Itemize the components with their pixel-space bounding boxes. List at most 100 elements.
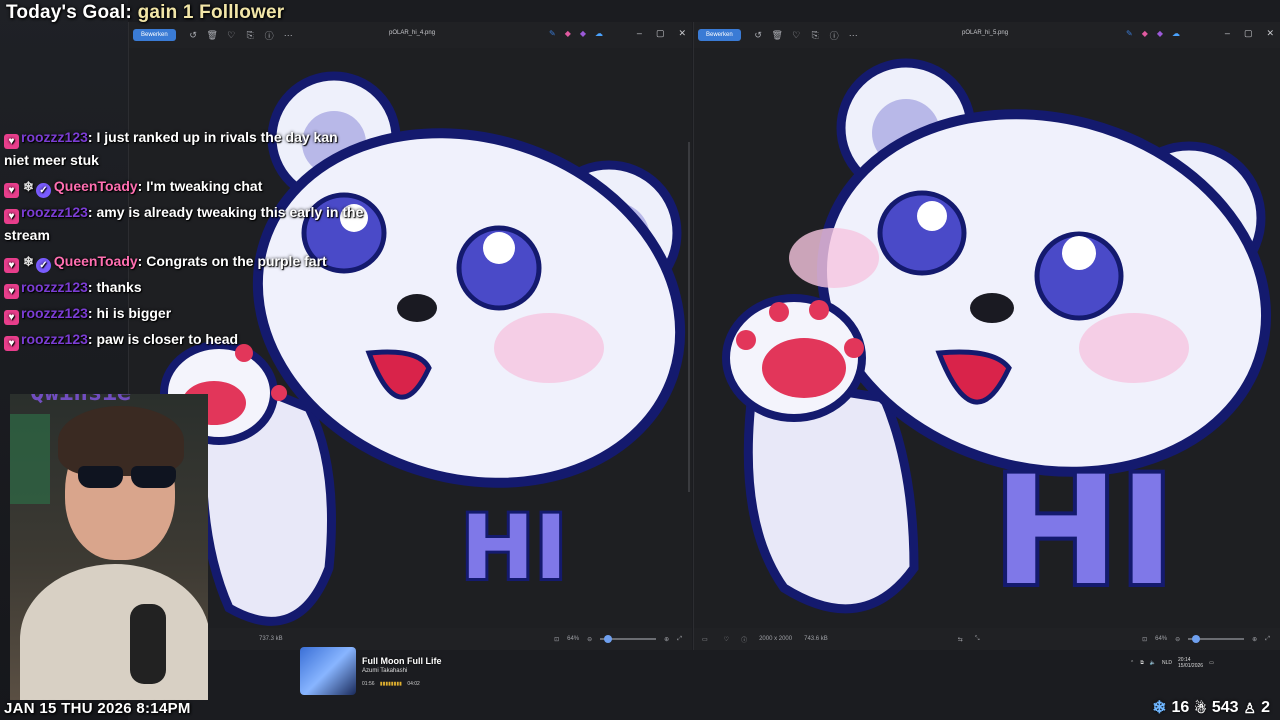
stream-screen: Bewerken ↺ 🗑 ♡ ⎘ ⓘ ⋯ pOLAR_hi_4.png ✎ ◆ … bbox=[0, 0, 1280, 720]
maximize-icon[interactable]: ▢ bbox=[656, 28, 665, 39]
track-info: Full Moon Full Life Azumi Takahashi 01:5… bbox=[362, 656, 441, 687]
tray-clock[interactable]: 20:14 15/01/2026 bbox=[1178, 657, 1203, 669]
file-size: 737.3 kB bbox=[259, 636, 283, 642]
chat-message: ♥ roozzz123: hi is bigger bbox=[4, 302, 364, 325]
subscriber-badge-icon: ♥ bbox=[4, 183, 19, 198]
chat-text: hi is bigger bbox=[96, 305, 172, 321]
zoom-slider[interactable] bbox=[1188, 635, 1245, 643]
chat-username: roozzz123 bbox=[21, 204, 88, 220]
zoom-out-icon[interactable]: ⊖ bbox=[1175, 636, 1180, 643]
paw-toe bbox=[769, 302, 789, 322]
chat-username: roozzz123 bbox=[21, 129, 88, 145]
app-icon-2[interactable]: ◆ bbox=[1142, 29, 1148, 38]
delete-icon[interactable]: 🗑 bbox=[768, 30, 787, 41]
app-icon-4[interactable]: ☁ bbox=[1172, 29, 1180, 38]
minimize-icon[interactable]: – bbox=[1225, 28, 1230, 39]
app-icon-4[interactable]: ☁ bbox=[595, 29, 603, 38]
song-elapsed: 01:56 bbox=[362, 680, 375, 687]
minimize-icon[interactable]: – bbox=[637, 28, 642, 39]
neon-sign: Qwinsie bbox=[30, 394, 131, 406]
more-icon[interactable]: ⋯ bbox=[279, 30, 298, 41]
goal-prefix: Today's Goal: bbox=[6, 2, 133, 23]
eye-highlight-left bbox=[917, 201, 947, 231]
fullscreen-icon[interactable]: ⤢ bbox=[1265, 636, 1270, 643]
snowflake-icon: ❄ bbox=[1152, 698, 1167, 717]
chat-message: ♥ ❄ ✓ QueenToady: Congrats on the purple fa… bbox=[4, 250, 364, 273]
paw-toe bbox=[271, 385, 287, 401]
chat-message: ♥ roozzz123: paw is closer to head bbox=[4, 328, 364, 351]
fullscreen-icon[interactable]: ⤢ bbox=[677, 636, 682, 643]
app-icon-1[interactable]: ✎ bbox=[549, 29, 556, 38]
chat-username: QueenToady bbox=[53, 253, 138, 269]
stream-datetime: JAN 15 THU 2026 8:14PM bbox=[4, 700, 191, 717]
more-icon[interactable]: ⋯ bbox=[844, 30, 863, 41]
window-controls: – ▢ ✕ bbox=[1225, 28, 1274, 39]
zoom-out-icon[interactable]: ⊖ bbox=[587, 636, 592, 643]
delete-icon[interactable]: 🗑 bbox=[203, 30, 222, 41]
zoom-slider[interactable] bbox=[600, 635, 657, 643]
song-artist: Azumi Takahashi bbox=[362, 667, 408, 674]
crop-icon[interactable]: ⤡ bbox=[975, 636, 980, 643]
zoom-level[interactable]: 64% bbox=[567, 636, 579, 642]
app-shortcuts: ✎ ◆ ◆ ☁ bbox=[549, 29, 603, 38]
system-tray: ⌃ ⧉ 🔈 NLD 20:14 15/01/2026 ▭ bbox=[1130, 656, 1280, 670]
image-dimensions: 2000 x 2000 bbox=[759, 636, 793, 642]
rotate-icon[interactable]: ↺ bbox=[749, 30, 768, 41]
share-icon[interactable]: ⎘ bbox=[241, 30, 260, 41]
info-icon[interactable]: ⓘ bbox=[741, 635, 747, 644]
app-icon-1[interactable]: ✎ bbox=[1126, 29, 1133, 38]
subscriber-badge-icon: ♥ bbox=[4, 284, 19, 299]
bear-cheek bbox=[494, 313, 604, 383]
paw-pad bbox=[762, 338, 846, 398]
zoom-level[interactable]: 64% bbox=[1155, 636, 1167, 642]
info-icon[interactable]: ⓘ bbox=[260, 29, 279, 42]
share-icon[interactable]: ⎘ bbox=[806, 30, 825, 41]
heart-icon[interactable]: ♡ bbox=[724, 636, 729, 643]
viewer-filename: pOLAR_hi_5.png bbox=[962, 30, 1009, 36]
sunglasses bbox=[78, 466, 176, 488]
polar-bear-image: HI bbox=[722, 58, 1272, 623]
app-icon-3[interactable]: ◆ bbox=[580, 29, 586, 38]
chat-message: ♥ roozzz123: amy is already tweaking this… bbox=[4, 204, 364, 243]
image-hi-text: HI bbox=[461, 496, 567, 599]
chat-username: roozzz123 bbox=[21, 305, 88, 321]
image-canvas[interactable]: HI bbox=[694, 48, 1280, 628]
zoom-in-icon[interactable]: ⊕ bbox=[664, 636, 669, 643]
eye-highlight-right bbox=[1062, 236, 1096, 270]
vertical-scrollbar[interactable] bbox=[688, 142, 690, 492]
close-icon[interactable]: ✕ bbox=[678, 28, 686, 39]
maximize-icon[interactable]: ▢ bbox=[1244, 28, 1253, 39]
favorite-icon[interactable]: ♡ bbox=[787, 30, 806, 41]
rotate-icon[interactable]: ↺ bbox=[184, 30, 203, 41]
webcam-background bbox=[10, 414, 50, 504]
waveform-icon: ▮▮▮▮▮▮▮▮ bbox=[379, 680, 402, 687]
favorite-icon[interactable]: ♡ bbox=[222, 30, 241, 41]
info-icon[interactable]: ⓘ bbox=[825, 29, 844, 42]
app-icon-2[interactable]: ◆ bbox=[565, 29, 571, 38]
chat-username: QueenToady bbox=[53, 178, 138, 194]
chat-message: ♥ roozzz123: thanks bbox=[4, 276, 364, 299]
viewer-filename: pOLAR_hi_4.png bbox=[389, 30, 436, 36]
edit-button[interactable]: Bewerken bbox=[698, 29, 741, 41]
network-icon[interactable]: ⧉ bbox=[1140, 660, 1144, 666]
tray-language[interactable]: NLD bbox=[1162, 660, 1172, 666]
bear-nose bbox=[397, 294, 437, 322]
edit-button[interactable]: Bewerken bbox=[133, 29, 176, 41]
viewer-count: 2 bbox=[1261, 699, 1270, 716]
notification-icon[interactable]: ▭ bbox=[1209, 660, 1214, 666]
bear-nose bbox=[970, 293, 1014, 323]
zoom-in-icon[interactable]: ⊕ bbox=[1252, 636, 1257, 643]
fit-icon[interactable]: ⊡ bbox=[1142, 636, 1147, 643]
photo-viewer-right: Bewerken ↺ 🗑 ♡ ⎘ ⓘ ⋯ pOLAR_hi_5.png ✎ ◆ … bbox=[693, 22, 1280, 650]
close-icon[interactable]: ✕ bbox=[1266, 28, 1274, 39]
zoom-controls: ⊡ 64% ⊖ ⊕ ⤢ bbox=[1142, 635, 1280, 643]
fit-icon[interactable]: ⊡ bbox=[554, 636, 559, 643]
paw-toe bbox=[809, 300, 829, 320]
volume-icon[interactable]: 🔈 bbox=[1150, 660, 1156, 666]
tray-arrow-icon[interactable]: ⌃ bbox=[1130, 660, 1134, 666]
chat-username: roozzz123 bbox=[21, 279, 88, 295]
verified-badge-icon: ✓ bbox=[35, 258, 51, 273]
compare-icon[interactable]: ⇆ bbox=[958, 636, 963, 643]
app-icon-3[interactable]: ◆ bbox=[1157, 29, 1163, 38]
filmstrip-icon[interactable]: ▭ bbox=[702, 636, 708, 643]
